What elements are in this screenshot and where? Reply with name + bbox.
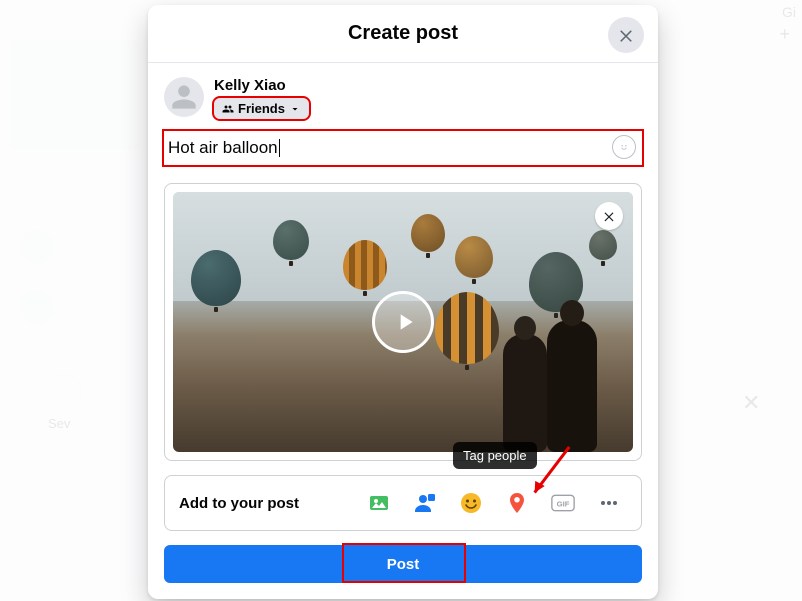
- balloon-graphic: [455, 236, 493, 278]
- media-attachment: [164, 183, 642, 461]
- user-name: Kelly Xiao: [214, 77, 309, 94]
- remove-media-button[interactable]: [595, 202, 623, 230]
- person-silhouette: [547, 320, 597, 452]
- modal-header: Create post: [148, 5, 658, 63]
- post-button[interactable]: Post: [164, 545, 642, 583]
- photo-icon: [367, 491, 391, 515]
- emoji-picker-button[interactable]: [612, 135, 636, 159]
- balloon-graphic: [411, 214, 445, 252]
- audience-selector[interactable]: Friends: [214, 98, 309, 119]
- add-to-post-label: Add to your post: [179, 495, 299, 512]
- modal-title: Create post: [348, 22, 458, 45]
- smile-icon: [617, 140, 631, 154]
- add-to-post-row: Tag people Add to your post GIF: [164, 475, 642, 531]
- person-icon: [170, 83, 198, 111]
- avatar[interactable]: [164, 77, 204, 117]
- svg-text:GIF: GIF: [557, 499, 570, 508]
- balloon-graphic: [191, 250, 241, 306]
- person-silhouette: [503, 334, 547, 452]
- post-text: Hot air balloon: [168, 138, 278, 158]
- post-text-area[interactable]: Hot air balloon: [164, 131, 642, 165]
- play-button[interactable]: [372, 291, 434, 353]
- feeling-icon: [459, 491, 483, 515]
- photo-video-button[interactable]: [361, 485, 397, 521]
- user-row: Kelly Xiao Friends: [148, 63, 658, 119]
- feeling-activity-button[interactable]: [453, 485, 489, 521]
- create-post-modal: Create post Kelly Xiao Friends Hot air b…: [148, 5, 658, 599]
- play-icon: [392, 309, 418, 335]
- balloon-graphic: [435, 292, 499, 364]
- add-to-post-icons: GIF: [361, 485, 627, 521]
- balloon-graphic: [343, 240, 387, 290]
- tag-people-icon: [413, 491, 437, 515]
- audience-label: Friends: [238, 101, 285, 116]
- close-icon: [617, 26, 635, 44]
- tag-people-button[interactable]: [407, 485, 443, 521]
- more-options-button[interactable]: [591, 485, 627, 521]
- close-icon: [602, 209, 616, 223]
- gif-icon: GIF: [551, 491, 575, 515]
- close-button[interactable]: [608, 17, 644, 53]
- balloon-graphic: [273, 220, 309, 260]
- more-icon: [597, 491, 621, 515]
- caret-down-icon: [289, 103, 301, 115]
- post-button-label: Post: [387, 556, 420, 573]
- friends-icon: [222, 103, 234, 115]
- balloon-graphic: [589, 230, 617, 260]
- video-thumbnail[interactable]: [173, 192, 633, 452]
- text-caret: [279, 139, 280, 157]
